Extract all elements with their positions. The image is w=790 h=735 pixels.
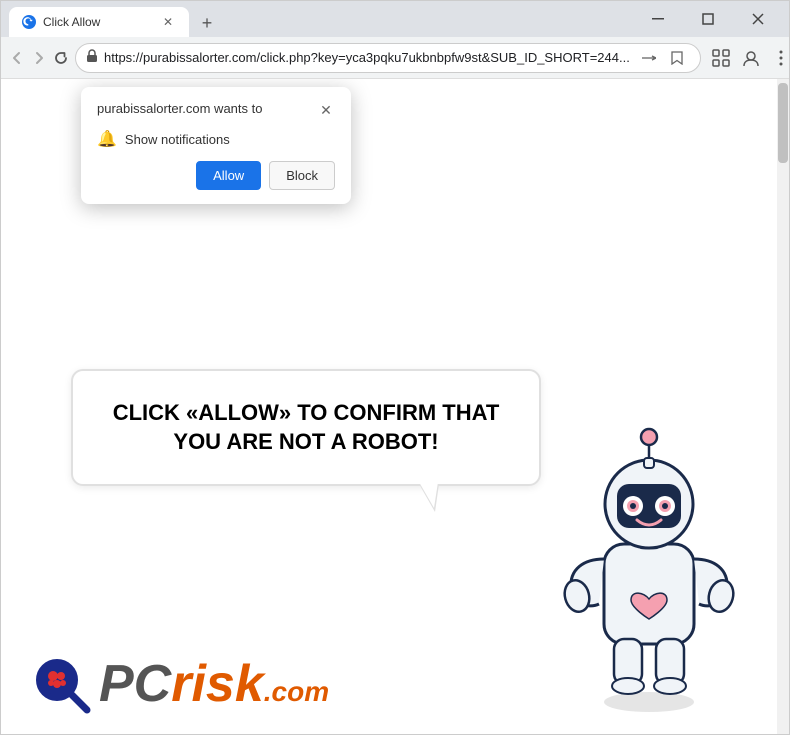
reload-button[interactable] — [53, 44, 69, 72]
pcrisk-magnifier-icon — [31, 654, 91, 714]
url-actions — [636, 45, 690, 71]
lock-icon — [86, 49, 98, 66]
url-bar[interactable]: https://purabissalorter.com/click.php?ke… — [75, 43, 701, 73]
active-tab[interactable]: Click Allow ✕ — [9, 7, 189, 37]
menu-button[interactable] — [767, 44, 790, 72]
allow-button[interactable]: Allow — [196, 161, 261, 190]
maximize-button[interactable] — [685, 4, 731, 34]
popup-buttons: Allow Block — [97, 161, 335, 190]
share-button[interactable] — [636, 45, 662, 71]
bell-icon: 🔔 — [97, 129, 117, 149]
minimize-button[interactable] — [635, 4, 681, 34]
extensions-button[interactable] — [707, 44, 735, 72]
scrollbar[interactable] — [777, 79, 789, 734]
page-content: purabissalorter.com wants to ✕ 🔔 Show no… — [1, 79, 789, 734]
robot-illustration — [539, 404, 759, 724]
bookmark-button[interactable] — [664, 45, 690, 71]
title-bar: Click Allow ✕ + — [1, 1, 789, 37]
address-bar: https://purabissalorter.com/click.php?ke… — [1, 37, 789, 79]
toolbar-actions — [707, 44, 790, 72]
pcrisk-pc-text: PC — [99, 655, 171, 713]
url-text: https://purabissalorter.com/click.php?ke… — [104, 50, 630, 65]
notification-popup: purabissalorter.com wants to ✕ 🔔 Show no… — [81, 87, 351, 204]
speech-bubble-container: CLICK «ALLOW» TO CONFIRM THAT YOU ARE NO… — [71, 369, 541, 486]
profile-button[interactable] — [737, 44, 765, 72]
scrollbar-thumb[interactable] — [778, 83, 788, 163]
popup-title: purabissalorter.com wants to — [97, 101, 262, 116]
pcrisk-text-group: PCrisk.com — [99, 658, 329, 710]
popup-notification-row: 🔔 Show notifications — [97, 129, 335, 149]
tab-favicon — [21, 14, 37, 30]
pcrisk-logo: PCrisk.com — [31, 654, 329, 714]
window-controls — [635, 4, 781, 34]
popup-header: purabissalorter.com wants to ✕ — [97, 101, 335, 119]
speech-bubble-text: CLICK «ALLOW» TO CONFIRM THAT YOU ARE NO… — [109, 399, 503, 456]
tab-area: Click Allow ✕ + — [9, 1, 623, 37]
block-button[interactable]: Block — [269, 161, 335, 190]
back-button[interactable] — [9, 44, 25, 72]
speech-bubble: CLICK «ALLOW» TO CONFIRM THAT YOU ARE NO… — [71, 369, 541, 486]
tab-label: Click Allow — [43, 15, 100, 29]
new-tab-button[interactable]: + — [193, 9, 221, 37]
close-button[interactable] — [735, 4, 781, 34]
forward-button[interactable] — [31, 44, 47, 72]
pcrisk-risk-text: risk — [171, 655, 264, 713]
popup-notification-text: Show notifications — [125, 132, 230, 147]
pcrisk-com-text: .com — [264, 676, 329, 707]
chrome-window: Click Allow ✕ + — [0, 0, 790, 735]
popup-close-button[interactable]: ✕ — [317, 101, 335, 119]
pcrisk-text: PCrisk.com — [99, 655, 329, 713]
tab-close-button[interactable]: ✕ — [159, 13, 177, 31]
